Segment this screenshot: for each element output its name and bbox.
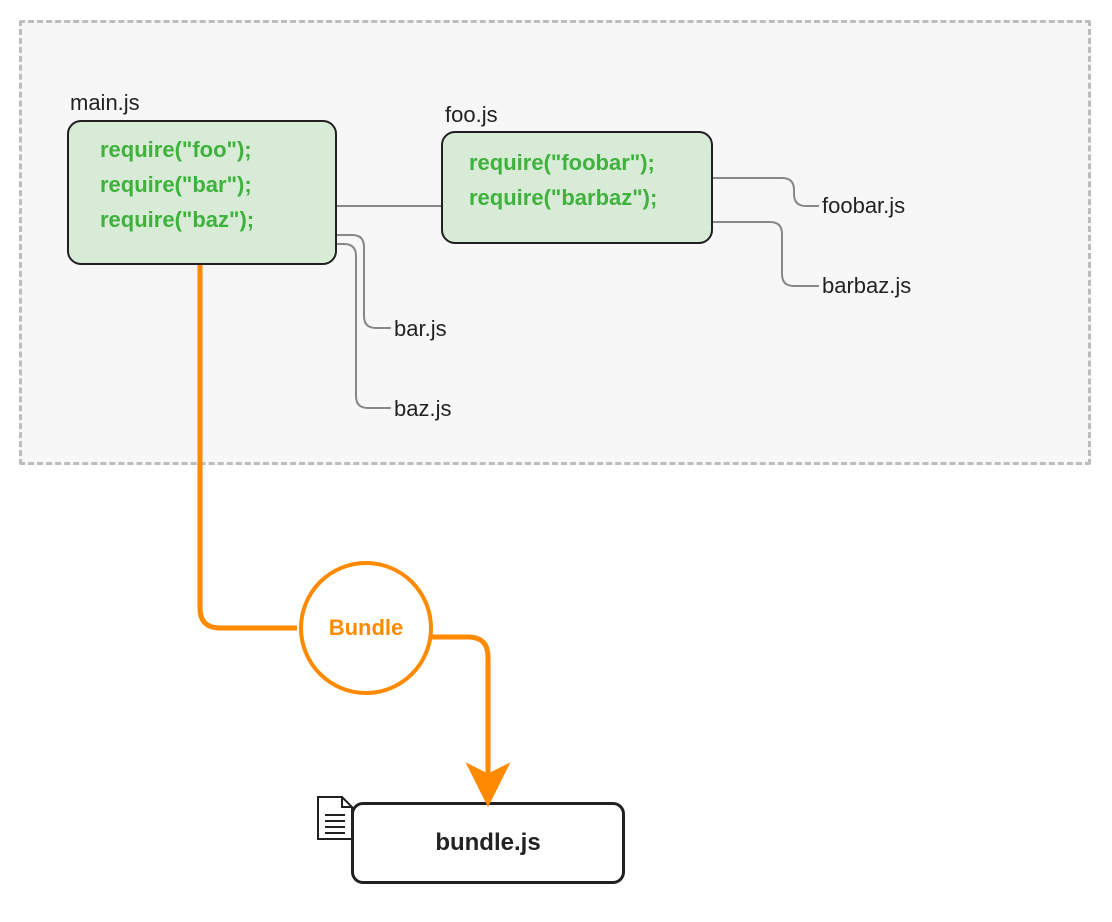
- file-foobar: foobar.js: [822, 193, 905, 219]
- file-icon: [318, 797, 352, 839]
- foo-module-code: require("foobar"); require("barbaz");: [469, 145, 657, 215]
- bundle-process-node: Bundle: [299, 561, 433, 695]
- main-module-label: main.js: [70, 90, 140, 116]
- bundle-process-label: Bundle: [329, 615, 404, 641]
- file-bar: bar.js: [394, 316, 447, 342]
- file-barbaz: barbaz.js: [822, 273, 911, 299]
- main-module-code: require("foo"); require("bar"); require(…: [100, 132, 254, 238]
- connector-bundle-to-output: [431, 637, 488, 796]
- bundle-output-label: bundle.js: [435, 829, 540, 857]
- foo-module-label: foo.js: [445, 102, 498, 128]
- diagram-canvas: main.js require("foo"); require("bar"); …: [0, 0, 1112, 922]
- bundle-output-box: bundle.js: [351, 802, 625, 884]
- file-baz: baz.js: [394, 396, 451, 422]
